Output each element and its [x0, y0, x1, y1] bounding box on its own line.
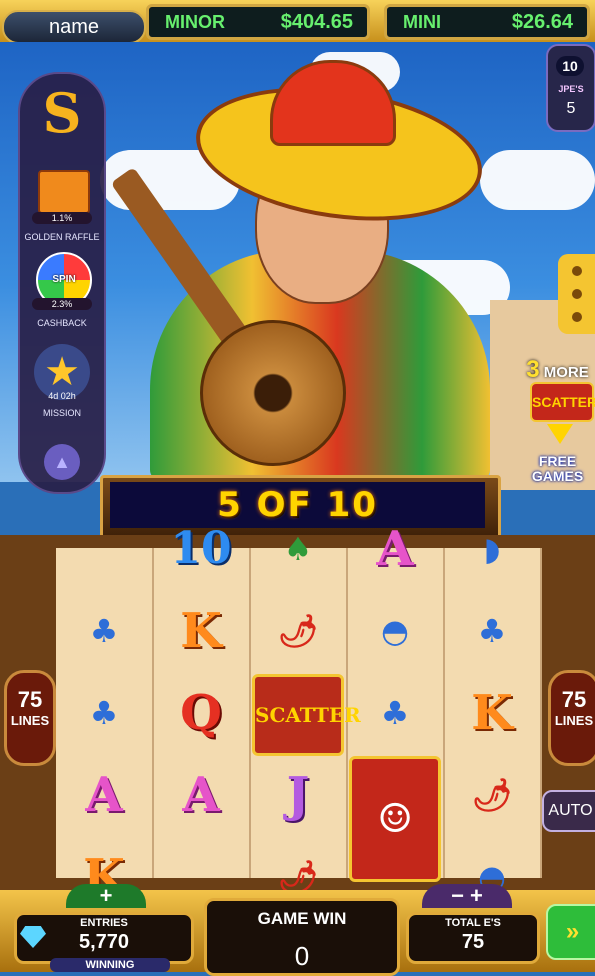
symbol-a: A: [85, 767, 123, 823]
free-games-hint: FREE GAMES: [520, 454, 595, 484]
jackpot-minor-label: MINOR: [165, 12, 225, 32]
jackpot-minor-value: $404.65: [280, 11, 353, 33]
reel-3: ♠ 🌶 SCATTER J 🌶: [250, 530, 361, 896]
jpe-label: JPE'S: [558, 84, 584, 94]
dragon-logo-icon[interactable]: S: [34, 82, 90, 144]
winning-label: WINNING: [50, 958, 170, 972]
more-scatter-hint: 3 MORE: [520, 356, 595, 384]
taco-icon: ◗: [483, 530, 501, 568]
menu-dot-icon: [572, 289, 582, 299]
jpe-count: 10: [556, 56, 584, 76]
lines-count-right: 75: [561, 687, 587, 712]
jackpot-mini: MINI $26.64: [384, 4, 590, 40]
more-count: 3: [526, 356, 540, 383]
free-label: FREE: [538, 453, 577, 469]
total-panel: TOTAL E'S 75: [406, 912, 540, 964]
jackpot-mini-label: MINI: [403, 12, 441, 32]
chili-icon: 🌶: [277, 612, 319, 650]
symbol-q: Q: [180, 685, 222, 741]
sombrero-icon: ◓: [381, 612, 409, 650]
collapse-up-button[interactable]: ▲: [44, 444, 80, 480]
game-win-label: GAME WIN: [257, 909, 347, 928]
lines-badge-right: 75 LINES: [548, 670, 595, 766]
lines-badge-left: 75 LINES: [4, 670, 56, 766]
lines-count-left: 75: [17, 687, 43, 712]
reel-4: A ◓ ♣ ☺: [347, 521, 445, 882]
maracas-icon: ♣: [89, 694, 119, 732]
symbol-k: K: [180, 603, 222, 659]
spin-button[interactable]: »: [546, 904, 595, 960]
lines-label-right: LINES: [554, 713, 594, 728]
maracas-icon: ♣: [477, 612, 507, 650]
games-label: GAMES: [531, 468, 584, 484]
game-win-value: 0: [294, 941, 310, 971]
mission-timer: 4d 02h: [48, 391, 76, 401]
maracas-icon: ♣: [89, 612, 119, 650]
chili-icon: 🌶: [471, 776, 513, 814]
reel-5: ◗ ♣ K 🌶 ◓: [444, 530, 542, 896]
golden-raffle-label: GOLDEN RAFFLE: [24, 232, 100, 242]
entries-label: ENTRIES: [80, 917, 128, 929]
more-label: MORE: [543, 364, 589, 381]
reel-2: 10 K Q A: [153, 523, 251, 878]
jpe-value: 5: [566, 100, 576, 117]
reel-1: ♣ ♣ A K: [56, 548, 154, 905]
menu-dot-icon: [572, 312, 582, 322]
symbol-a: A: [376, 521, 414, 577]
jpe-widget[interactable]: 10 JPE'S 5: [546, 44, 595, 132]
menu-dot-icon: [572, 266, 582, 276]
total-label: TOTAL E'S: [445, 917, 501, 929]
gift-box-icon[interactable]: [38, 170, 90, 214]
cashback-label: CASHBACK: [37, 318, 87, 328]
guitar-icon: [200, 320, 346, 466]
golden-raffle-percent: 1.1%: [32, 212, 92, 224]
player-name[interactable]: name: [2, 10, 146, 44]
scatter-hint-icon: SCATTER: [530, 382, 595, 422]
mission-label: MISSION: [42, 408, 81, 418]
symbol-j: J: [286, 767, 310, 823]
scatter-symbol: SCATTER: [252, 674, 361, 756]
bet-adjust-buttons[interactable]: − +: [422, 884, 512, 908]
symbol-10: 10: [170, 523, 232, 574]
lines-label-left: LINES: [10, 713, 50, 728]
menu-button[interactable]: [558, 254, 595, 334]
cactus-icon: ♠: [283, 530, 313, 568]
increase-bet-button[interactable]: +: [66, 884, 146, 908]
auto-spin-button[interactable]: AUTO: [542, 790, 595, 832]
total-value: 75: [461, 931, 485, 953]
wild-mariachi-symbol: ☺: [349, 756, 441, 882]
game-win-panel: GAME WIN 0: [204, 898, 400, 976]
cashback-percent: 2.3%: [32, 298, 92, 310]
cloud: [480, 150, 595, 210]
maracas-icon: ♣: [380, 694, 410, 732]
symbol-a: A: [182, 767, 220, 823]
jackpot-minor: MINOR $404.65: [146, 4, 370, 40]
reel-grid: ♣ ♣ A K 10 K Q A ♠ 🌶 SCATTER J 🌶 A ◓ ♣ ☺ ◗ ♣ K 🌶 ◓: [56, 521, 542, 905]
down-arrow-icon: [547, 424, 573, 444]
side-panel: S 1.1% GOLDEN RAFFLE SPIN 2.3% CASHBACK …: [18, 72, 106, 494]
jackpot-mini-value: $26.64: [511, 11, 573, 33]
symbol-k: K: [471, 685, 513, 741]
